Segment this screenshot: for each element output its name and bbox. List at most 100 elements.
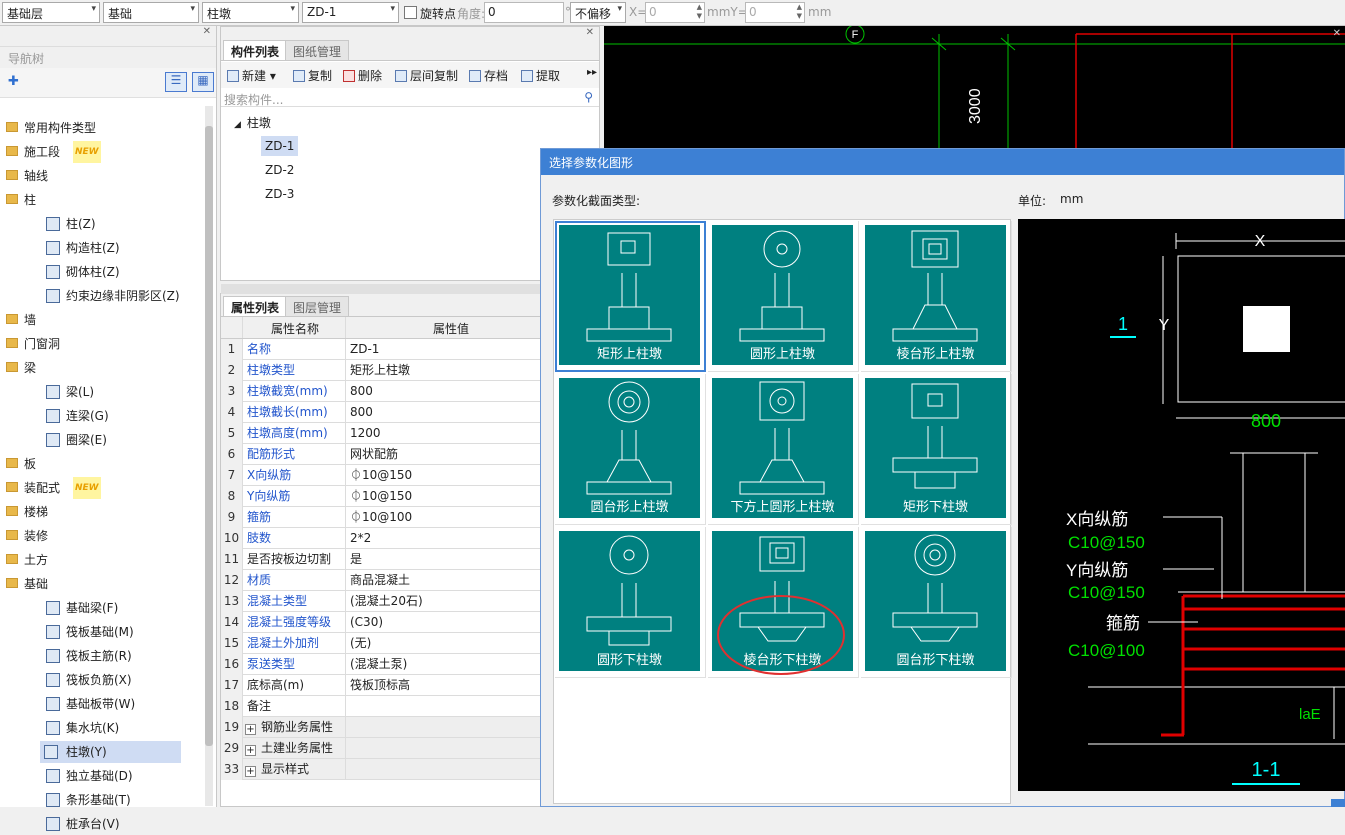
delete-button[interactable]: 删除 — [343, 67, 382, 84]
add-icon[interactable]: ✚ — [8, 74, 19, 89]
property-value[interactable]: 筏板顶标高 — [345, 675, 551, 696]
sidebar-item[interactable]: 柱墩(Y) — [40, 741, 181, 763]
search-icon[interactable]: ⚲ — [584, 90, 593, 104]
sidebar-item[interactable]: 筏板基础(M) — [0, 621, 205, 643]
component-search-input[interactable]: 搜索构件... ⚲ — [221, 89, 599, 107]
sidebar-item[interactable]: 条形基础(T) — [0, 789, 205, 811]
collapse-icon[interactable]: ◢ — [234, 120, 241, 130]
property-row[interactable]: 7 X向纵筋 ⏀10@150 — [221, 465, 551, 486]
sidebar-item[interactable]: 板 — [0, 453, 205, 475]
property-row[interactable]: 9 箍筋 ⏀10@100 — [221, 507, 551, 528]
property-value[interactable]: 800 — [345, 402, 551, 423]
sidebar-item[interactable]: 常用构件类型 — [0, 117, 205, 139]
copy-button[interactable]: 复制 — [293, 67, 332, 84]
sidebar-item[interactable]: 圈梁(E) — [0, 429, 205, 451]
property-row[interactable]: 17 底标高(m) 筏板顶标高 — [221, 675, 551, 696]
new-button[interactable]: 新建 ▾ — [227, 67, 276, 84]
sidebar-item[interactable]: 筏板主筋(R) — [0, 645, 205, 667]
rotate-checkbox[interactable] — [404, 6, 417, 19]
shape-tile[interactable]: 圆形上柱墩 — [712, 225, 853, 365]
round-lower-pier-shape[interactable]: 圆形下柱墩 — [555, 527, 706, 678]
y-input[interactable]: 0 ▲ ▼ — [745, 2, 805, 23]
property-row[interactable]: 16 泵送类型 (混凝土泵) — [221, 654, 551, 675]
offset-select[interactable]: 不偏移 ▾ — [570, 2, 626, 23]
tree-root[interactable]: ◢ 柱墩 — [230, 113, 275, 133]
round-frustum-upper-pier-shape[interactable]: 圆台形上柱墩 — [555, 374, 706, 525]
property-value[interactable] — [345, 696, 551, 717]
property-group-row[interactable]: 19 + 钢筋业务属性 — [221, 717, 551, 738]
sidebar-item[interactable]: 独立基础(D) — [0, 765, 205, 787]
component-item[interactable]: ZD-3 — [261, 184, 298, 204]
close-icon[interactable]: ✕ — [586, 27, 594, 38]
sidebar-item[interactable]: 筏板负筋(X) — [0, 669, 205, 691]
frustum-lower-pier-shape[interactable]: 棱台形下柱墩 — [708, 527, 859, 678]
property-value[interactable]: (混凝土20石) — [345, 591, 551, 612]
shape-tile[interactable]: 圆形下柱墩 — [559, 531, 700, 671]
property-row[interactable]: 1 名称 ZD-1 — [221, 339, 551, 360]
extract-button[interactable]: 提取 — [521, 67, 560, 84]
property-value[interactable]: (C30) — [345, 612, 551, 633]
property-value[interactable]: ZD-1 — [345, 339, 551, 360]
list-view-icon[interactable]: ☰ — [165, 72, 187, 92]
category-select[interactable]: 基础 ▾ — [103, 2, 199, 23]
grid-view-icon[interactable]: ▦ — [192, 72, 214, 92]
property-row[interactable]: 12 材质 商品混凝土 — [221, 570, 551, 591]
property-value[interactable]: 是 — [345, 549, 551, 570]
round-frustum-lower-pier-shape[interactable]: 圆台形下柱墩 — [861, 527, 1012, 678]
sidebar-item[interactable]: 装配式 NEW — [0, 477, 205, 499]
sidebar-item[interactable]: 砌体柱(Z) — [0, 261, 205, 283]
sidebar-item[interactable]: 楼梯 — [0, 501, 205, 523]
sidebar-item[interactable]: 构造柱(Z) — [0, 237, 205, 259]
property-value[interactable]: 1200 — [345, 423, 551, 444]
shape-tile[interactable]: 圆台形下柱墩 — [865, 531, 1006, 671]
property-value[interactable] — [345, 738, 551, 759]
property-row[interactable]: 13 混凝土类型 (混凝土20石) — [221, 591, 551, 612]
archive-button[interactable]: 存档 — [469, 67, 508, 84]
sidebar-item[interactable]: 土方 — [0, 549, 205, 571]
sidebar-item[interactable]: 桩承台(V) — [0, 813, 205, 835]
property-value[interactable]: 2*2 — [345, 528, 551, 549]
property-value[interactable]: 矩形上柱墩 — [345, 360, 551, 381]
shape-tile[interactable]: 矩形上柱墩 — [559, 225, 700, 365]
type-select[interactable]: 柱墩 ▾ — [202, 2, 299, 23]
property-row[interactable]: 14 混凝土强度等级 (C30) — [221, 612, 551, 633]
expand-icon[interactable]: + — [245, 766, 256, 777]
component-select[interactable]: ZD-1 ▾ — [302, 2, 399, 23]
rect-lower-pier-shape[interactable]: 矩形下柱墩 — [861, 374, 1012, 525]
sidebar-item[interactable]: 施工段 NEW — [0, 141, 205, 163]
sidebar-item[interactable]: 基础板带(W) — [0, 693, 205, 715]
rect-upper-pier-shape[interactable]: 矩形上柱墩 — [555, 221, 706, 372]
tab-layer-manage[interactable]: 图层管理 — [285, 296, 350, 316]
frustum-upper-pier-shape[interactable]: 棱台形上柱墩 — [861, 221, 1012, 372]
cad-canvas[interactable]: F 3000 ✕ — [604, 26, 1345, 150]
spin-arrows-icon[interactable]: ▲ ▼ — [797, 3, 802, 21]
shape-tile[interactable]: 下方上圆形上柱墩 — [712, 378, 853, 518]
sidebar-item[interactable]: 梁 — [0, 357, 205, 379]
property-row[interactable]: 4 柱墩截长(mm) 800 — [221, 402, 551, 423]
spin-arrows-icon[interactable]: ▲ ▼ — [697, 3, 702, 21]
property-row[interactable]: 18 备注 — [221, 696, 551, 717]
component-item[interactable]: ZD-1 — [261, 136, 299, 156]
nav-scrollbar[interactable] — [205, 106, 213, 806]
sidebar-item[interactable]: 梁(L) — [0, 381, 205, 403]
property-value[interactable] — [345, 717, 551, 738]
round-upper-pier-shape[interactable]: 圆形上柱墩 — [708, 221, 859, 372]
property-row[interactable]: 11 是否按板边切割是 — [221, 549, 551, 570]
sidebar-item[interactable]: 约束边缘非阴影区(Z) — [0, 285, 205, 307]
floor-select[interactable]: 基础层 ▾ — [2, 2, 100, 23]
sidebar-item[interactable]: 墙 — [0, 309, 205, 331]
sidebar-item[interactable]: 柱(Z) — [0, 213, 205, 235]
sidebar-item[interactable]: 连梁(G) — [0, 405, 205, 427]
property-row[interactable]: 10 肢数 2*2 — [221, 528, 551, 549]
angle-input[interactable]: 0 — [484, 2, 564, 23]
scroll-thumb[interactable] — [205, 126, 213, 746]
property-value[interactable]: ⏀10@150 — [345, 465, 551, 486]
property-value[interactable]: 网状配筋 — [345, 444, 551, 465]
shape-tile[interactable]: 矩形下柱墩 — [865, 378, 1006, 518]
property-value[interactable]: (无) — [345, 633, 551, 654]
ok-button-edge[interactable] — [1331, 799, 1345, 807]
sidebar-item[interactable]: 基础 — [0, 573, 205, 595]
property-value[interactable]: 800 — [345, 381, 551, 402]
property-value[interactable]: ⏀10@100 — [345, 507, 551, 528]
property-value[interactable]: ⏀10@150 — [345, 486, 551, 507]
